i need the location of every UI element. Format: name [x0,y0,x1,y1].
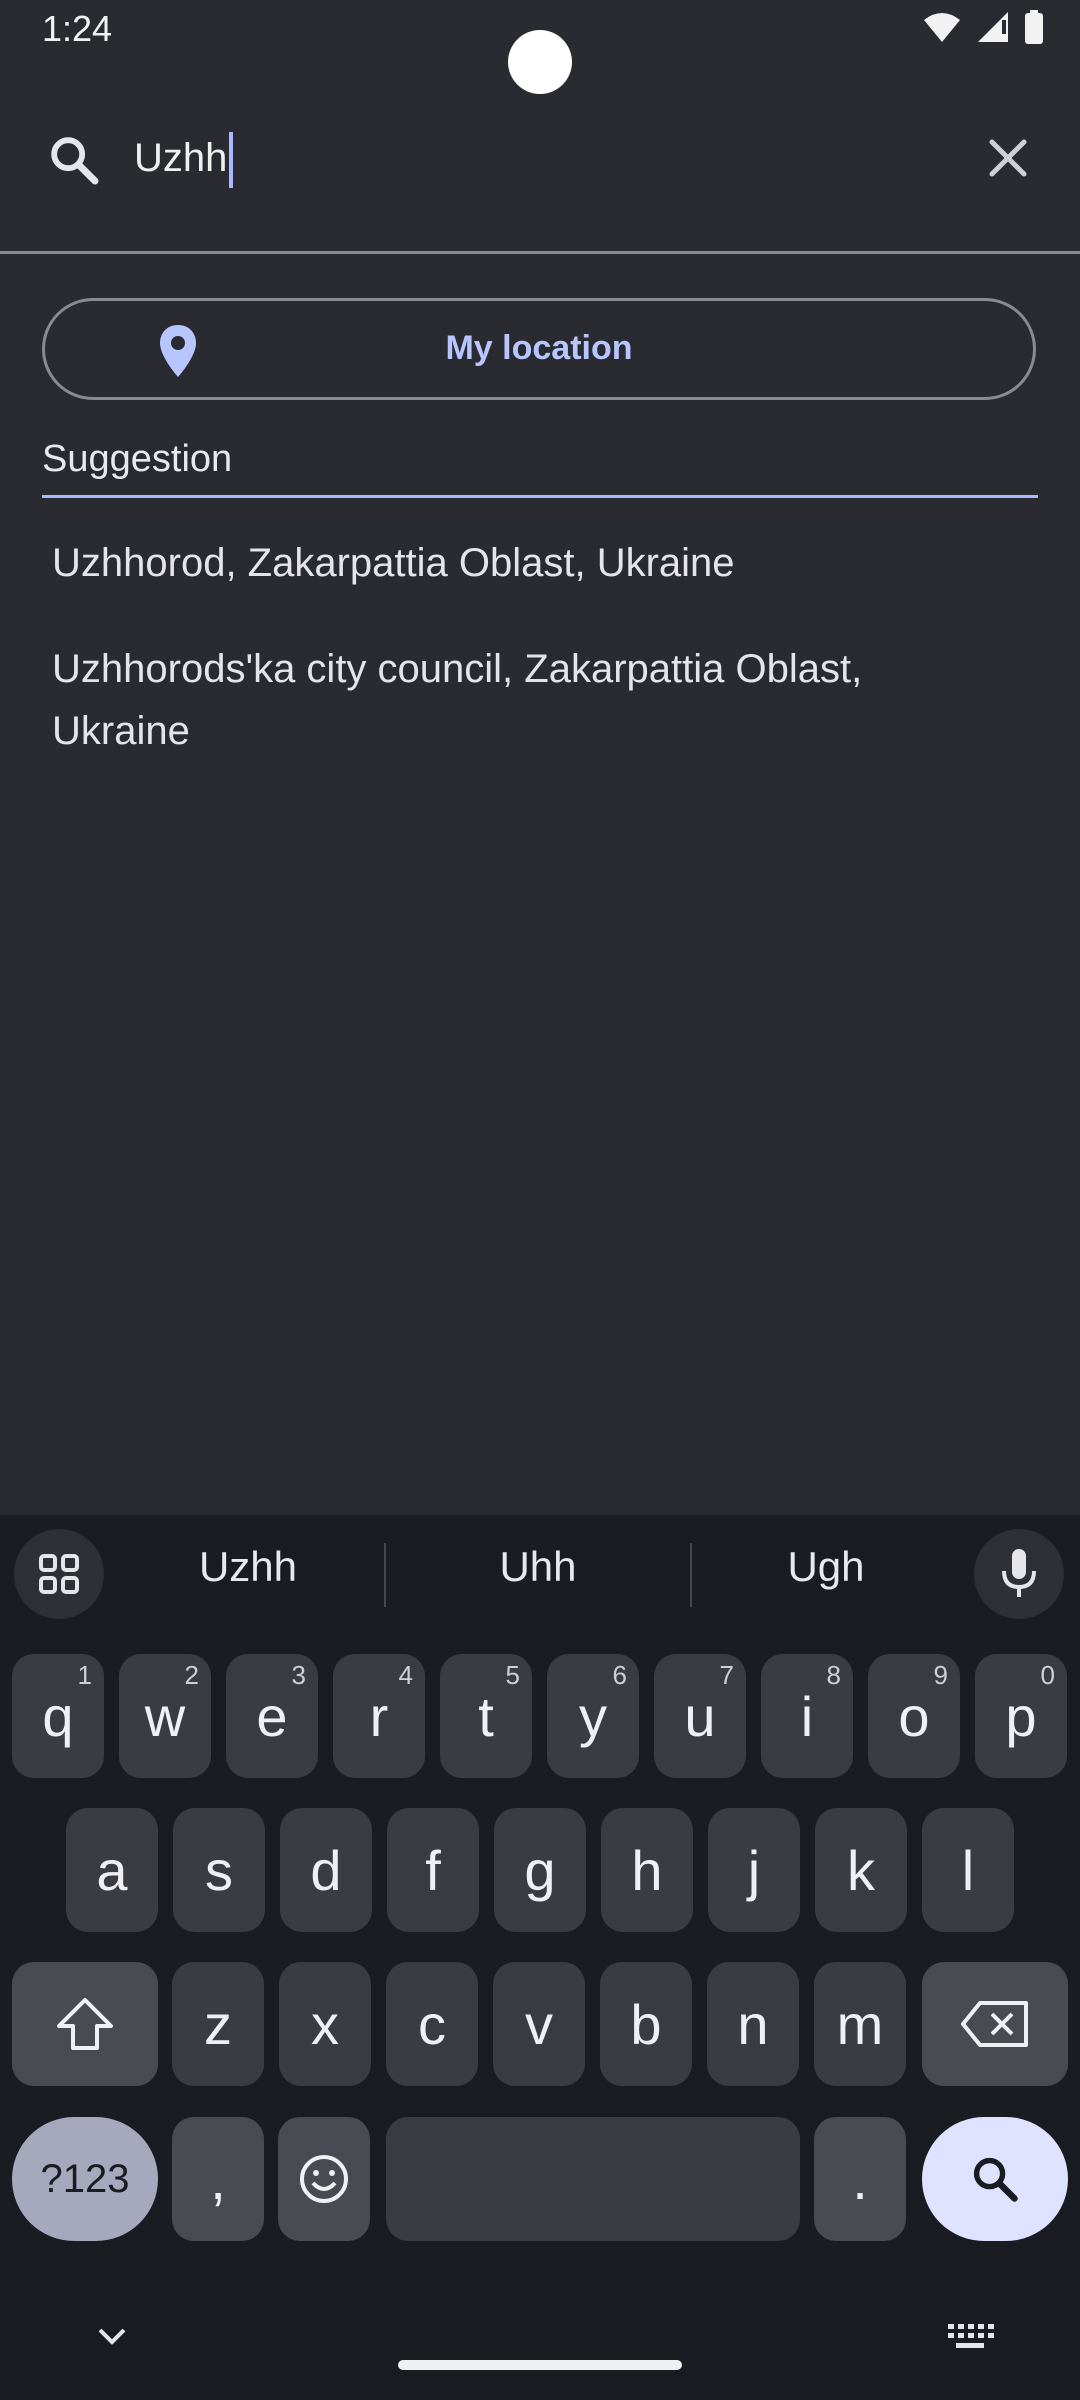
status-time: 1:24 [42,8,113,49]
key-number-hint: 8 [826,1660,841,1690]
search-divider [0,251,1080,254]
key-e[interactable]: e3 [226,1654,318,1778]
my-location-button[interactable]: My location [42,298,1036,400]
key-q[interactable]: q1 [12,1654,104,1778]
key-number-hint: 0 [1040,1660,1055,1690]
emoji-icon [300,2155,348,2203]
key-number-hint: 2 [184,1660,199,1690]
shift-key[interactable] [12,1962,158,2086]
keyboard-suggestion-2[interactable]: Uhh [408,1543,668,1591]
microphone-icon [1002,1549,1036,1597]
suggestion-item-text-line2: Ukraine [52,709,190,753]
suggestion-item-text: Uzhhorod, Zakarpattia Oblast, Ukraine [52,541,735,585]
key-u[interactable]: u7 [654,1654,746,1778]
hide-keyboard-chevron-icon[interactable] [92,2322,132,2352]
clear-search-button[interactable] [978,128,1038,188]
close-icon [989,139,1027,177]
key-label: i [800,1684,814,1748]
key-i[interactable]: i8 [761,1654,853,1778]
key-f[interactable]: f [387,1808,479,1932]
suggestion-item-uzhhorod[interactable]: Uzhhorod, Zakarpattia Oblast, Ukraine [52,532,1012,594]
search-icon [51,137,99,185]
key-label: r [369,1684,389,1748]
key-j[interactable]: j [708,1808,800,1932]
key-number-hint: 1 [77,1660,92,1690]
backspace-key[interactable] [922,1962,1068,2086]
suggestion-item-text: Uzhhorods'ka city council, Zakarpattia O… [52,647,863,691]
battery-icon [1025,10,1043,44]
soft-keyboard: Uzhh Uhh Ugh q1w2e3r4t5y6u7i8o9p0 asdfgh… [0,1515,1080,2400]
voice-input-button[interactable] [974,1529,1064,1619]
symbols-key[interactable]: ?123 [12,2117,158,2241]
key-s[interactable]: s [173,1808,265,1932]
my-location-label: My location [445,329,633,367]
key-number-hint: 7 [719,1660,734,1690]
key-label: t [478,1684,494,1748]
comma-key[interactable]: , [172,2117,264,2241]
search-action-key[interactable] [922,2117,1068,2241]
key-y[interactable]: y6 [547,1654,639,1778]
key-label: p [1005,1684,1037,1748]
text-caret [229,132,234,189]
grid-icon [39,1554,79,1594]
signal-icon [978,12,1008,42]
key-number-hint: 3 [291,1660,306,1690]
key-o[interactable]: o9 [868,1654,960,1778]
key-h[interactable]: h [601,1808,693,1932]
key-number-hint: 4 [398,1660,413,1690]
strip-divider [690,1543,692,1607]
key-l[interactable]: l [922,1808,1014,1932]
key-z[interactable]: z [172,1962,264,2086]
key-label: e [256,1684,288,1748]
key-v[interactable]: v [493,1962,585,2086]
key-n[interactable]: n [707,1962,799,2086]
key-a[interactable]: a [66,1808,158,1932]
suggestion-underline [42,495,1038,498]
key-number-hint: 5 [505,1660,520,1690]
key-number-hint: 9 [933,1660,948,1690]
search-query-text: Uzhh [134,136,228,180]
status-icons [922,10,1044,44]
key-t[interactable]: t5 [440,1654,532,1778]
key-m[interactable]: m [814,1962,906,2086]
search-input[interactable]: Uzhh [134,128,234,189]
keyboard-switch-icon[interactable] [946,2320,994,2354]
key-p[interactable]: p0 [975,1654,1067,1778]
camera-cutout [508,30,572,94]
key-g[interactable]: g [494,1808,586,1932]
space-key[interactable] [386,2117,800,2241]
key-b[interactable]: b [600,1962,692,2086]
keyboard-suggestion-3[interactable]: Ugh [696,1543,956,1591]
strip-divider [384,1543,386,1607]
backspace-icon [961,2001,1028,2047]
key-w[interactable]: w2 [119,1654,211,1778]
period-key[interactable]: . [814,2117,906,2241]
key-label: w [144,1684,186,1748]
key-label: u [684,1684,716,1748]
keyboard-suggestion-1[interactable]: Uzhh [118,1543,378,1591]
keyboard-suggestion-strip: Uzhh Uhh Ugh [0,1515,1080,1627]
suggestion-header: Suggestion [42,438,233,480]
suggestion-item-uzhhorods-ka[interactable]: Uzhhorods'ka city council, Zakarpattia O… [52,638,1012,762]
shift-icon [57,1998,113,2050]
key-label: o [898,1684,930,1748]
search-icon [973,2157,1018,2202]
emoji-key[interactable] [278,2117,370,2241]
key-c[interactable]: c [386,1962,478,2086]
key-x[interactable]: x [279,1962,371,2086]
key-label: q [42,1684,74,1748]
keyboard-apps-button[interactable] [14,1529,104,1619]
wifi-icon [924,13,960,42]
key-d[interactable]: d [280,1808,372,1932]
home-gesture-handle[interactable] [398,2360,682,2370]
key-number-hint: 6 [612,1660,627,1690]
key-label: y [579,1684,607,1748]
key-k[interactable]: k [815,1808,907,1932]
key-r[interactable]: r4 [333,1654,425,1778]
